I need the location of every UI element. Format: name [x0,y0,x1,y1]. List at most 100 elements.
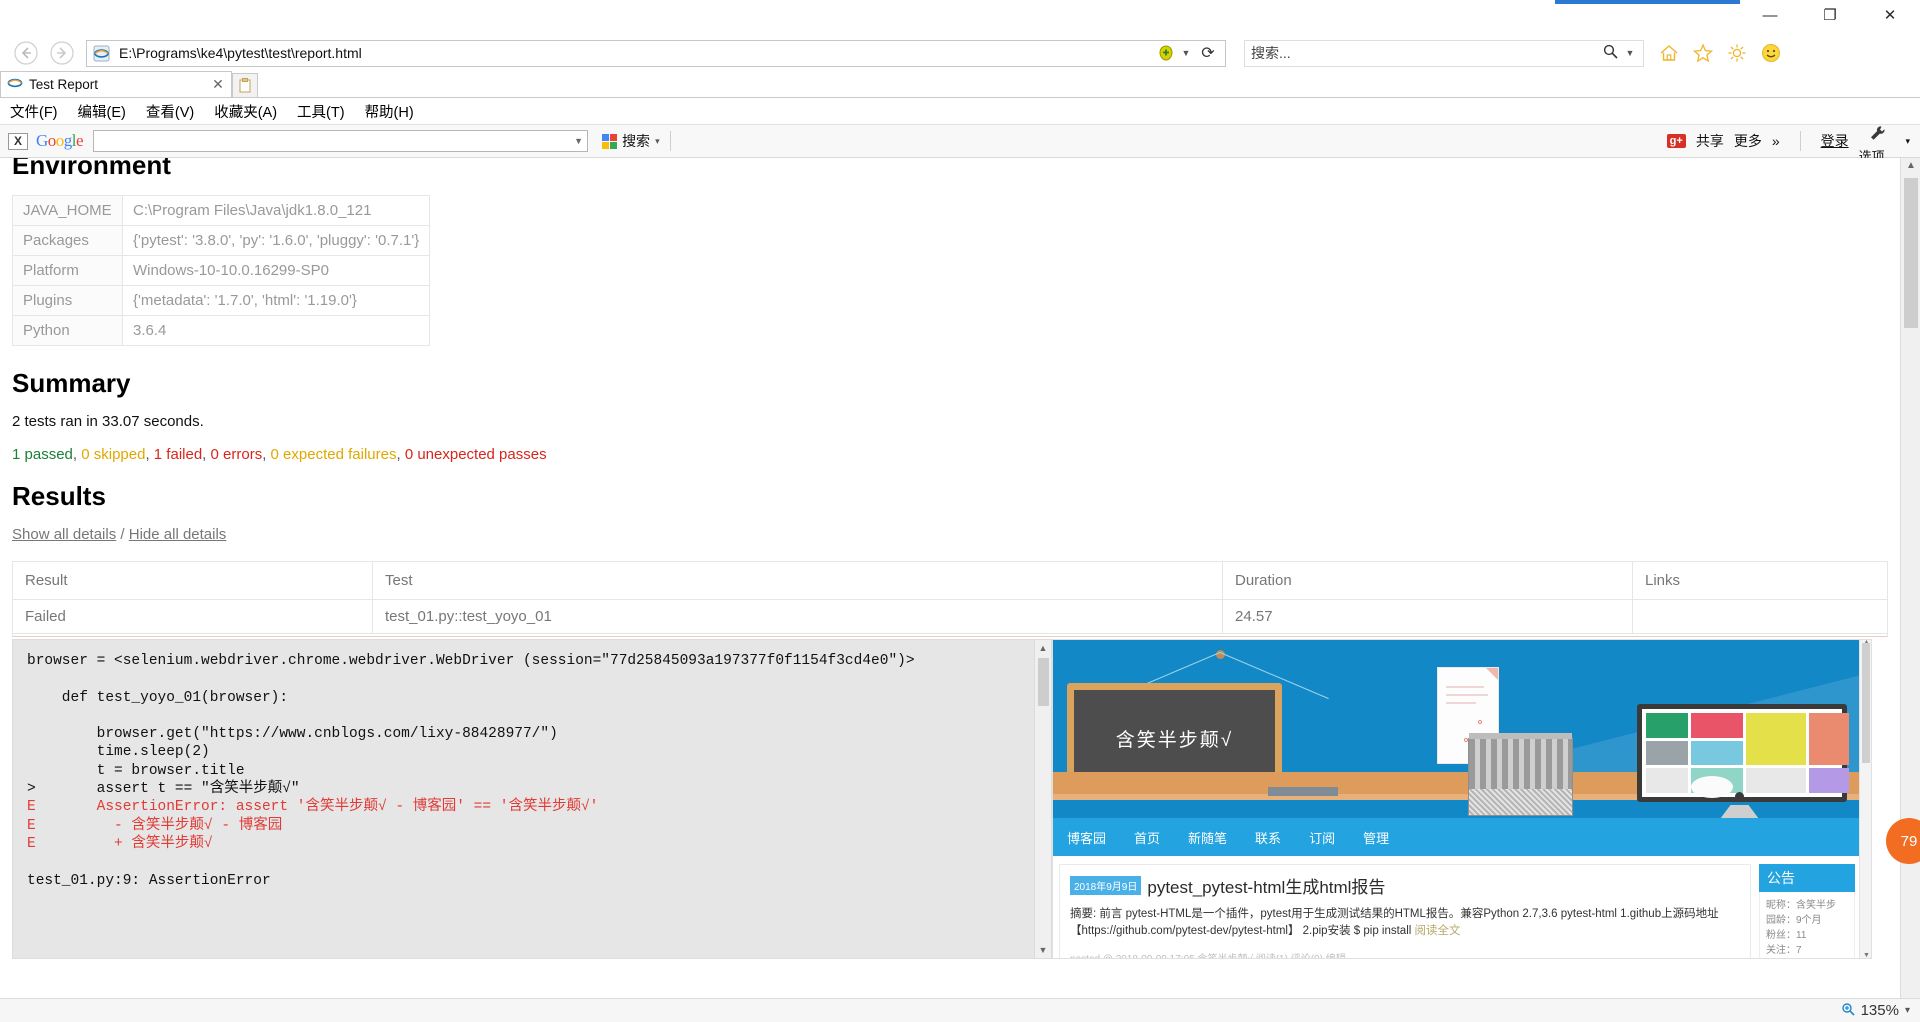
tab-close-icon[interactable]: ✕ [211,76,225,93]
browser-search-box[interactable]: 搜索... ▼ [1244,40,1644,67]
favorites-star-icon[interactable] [1692,42,1714,64]
page-favicon-icon [91,43,111,63]
env-key: Python [13,316,123,346]
google-signin-button[interactable]: 登录 [1821,131,1849,151]
summary-counts: 1 passed, 0 skipped, 1 failed, 0 errors,… [12,446,1888,463]
google-options-caret-icon[interactable]: ▾ [1905,136,1910,147]
minimize-button[interactable]: — [1740,0,1800,30]
scroll-down-icon[interactable]: ▼ [1039,942,1048,958]
count-sep: , [145,446,153,463]
failure-detail-panel: browser = <selenium.webdriver.chrome.web… [12,639,1888,959]
traceback-text: browser = <selenium.webdriver.chrome.web… [13,640,1051,902]
google-search-caret-icon[interactable]: ▾ [655,136,660,147]
search-icon[interactable] [1597,44,1623,63]
column-header-links[interactable]: Links [1633,562,1888,600]
column-header-test[interactable]: Test [373,562,1223,600]
env-value: {'pytest': '3.8.0', 'py': '1.6.0', 'plug… [123,226,430,256]
post-read-more-link[interactable]: 阅读全文 [1415,925,1461,937]
traceback-log-box[interactable]: browser = <selenium.webdriver.chrome.web… [12,639,1052,959]
table-row[interactable]: Failed test_01.py::test_yoyo_01 24.57 [13,600,1888,634]
blog-nav-item[interactable]: 联系 [1255,828,1281,847]
failure-screenshot[interactable]: 含笑半步颠√ [1052,639,1872,959]
maximize-button[interactable]: ❐ [1800,0,1860,30]
screenshot-scrollbar[interactable]: ▲ ▼ [1859,640,1871,958]
count-expected-failures: 0 expected failures [271,446,397,463]
monitor-screen [1637,704,1847,802]
menu-file[interactable]: 文件(F) [10,101,58,122]
menu-favorites[interactable]: 收藏夹(A) [214,101,277,122]
page-scroll-up-icon[interactable]: ▲ [1906,160,1916,171]
hide-all-details-link[interactable]: Hide all details [129,526,227,543]
google-toolbar-right: g+ 共享 更多 » 登录 选项... ▾ [1667,121,1910,161]
zoom-caret-icon[interactable]: ▾ [1905,1005,1910,1016]
google-more-button[interactable]: 更多 [1734,131,1762,151]
address-bar[interactable]: E:\Programs\ke4\pytest\test\report.html … [86,40,1226,67]
env-value: 3.6.4 [123,316,430,346]
screen-block [1746,713,1806,765]
post-title[interactable]: pytest_pytest-html生成html报告 [1147,878,1385,897]
tab-favicon-icon [7,75,23,94]
page-scrollbar-thumb[interactable] [1904,178,1918,328]
close-button[interactable]: ✕ [1860,0,1920,30]
show-all-details-link[interactable]: Show all details [12,526,116,543]
menu-view[interactable]: 查看(V) [146,101,194,122]
menu-tools[interactable]: 工具(T) [297,101,345,122]
search-dropdown-caret-icon[interactable]: ▼ [1623,48,1637,58]
radiator-top [1469,733,1572,739]
monitor-illustration [1637,704,1847,814]
sidebar-body: 昵称：含笑半步 园龄：9个月 粉丝：11 关注：7 +加关注 [1759,892,1855,959]
count-errors: 0 errors [211,446,263,463]
back-arrow-icon [13,40,39,66]
back-button[interactable] [8,37,44,69]
blog-nav-item[interactable]: 博客园 [1067,828,1106,847]
log-scrollbar-thumb[interactable] [1038,658,1049,706]
sidebar-line: 关注：7 [1766,943,1848,958]
blog-nav-item[interactable]: 首页 [1134,828,1160,847]
screenshot-scroll-down-icon[interactable]: ▼ [1863,952,1870,959]
paper-dot [1478,720,1482,724]
count-failed: 1 failed [154,446,202,463]
results-heading: Results [12,481,1888,512]
google-more-chevron-icon[interactable]: » [1772,133,1780,149]
zoom-magnifier-icon[interactable] [1841,1002,1855,1019]
summary-duration-text: 2 tests ran in 33.07 seconds. [12,413,1888,430]
blog-nav-item[interactable]: 订阅 [1309,828,1335,847]
address-dropdown-caret-icon[interactable]: ▼ [1177,48,1195,58]
search-placeholder-text: 搜索... [1251,43,1597,63]
screenshot-scrollbar-thumb[interactable] [1862,643,1870,763]
count-sep: , [202,446,210,463]
gear-icon[interactable] [1726,42,1748,64]
blog-nav-item[interactable]: 管理 [1363,828,1389,847]
google-search-input[interactable]: ▼ [93,130,588,152]
google-share-button[interactable]: 共享 [1696,131,1724,151]
table-row: Platform Windows-10-10.0.16299-SP0 [13,256,430,286]
google-search-button[interactable]: 搜索 ▾ [602,131,660,151]
zoom-level-label[interactable]: 135% [1861,1002,1899,1019]
menu-help[interactable]: 帮助(H) [365,101,414,122]
log-line: t = browser.title [27,763,245,779]
tab-test-report[interactable]: Test Report ✕ [0,71,232,97]
blog-nav-item[interactable]: 新随笔 [1188,828,1227,847]
sidebar-line: 昵称：含笑半步 [1766,898,1848,913]
google-plus-icon[interactable]: g+ [1667,134,1686,148]
log-line-error: E AssertionError: assert '含笑半步颠√ - 博客园' … [27,799,598,815]
google-input-caret-icon[interactable]: ▼ [574,136,583,146]
compatibility-view-icon[interactable] [1155,45,1177,61]
menu-edit[interactable]: 编辑(E) [78,101,126,122]
smiley-icon[interactable] [1760,42,1782,64]
refresh-icon[interactable]: ⟳ [1195,43,1221,63]
home-icon[interactable] [1658,42,1680,64]
log-line: def test_yoyo_01(browser): [27,690,288,706]
forward-button[interactable] [44,37,80,69]
column-header-result[interactable]: Result [13,562,373,600]
log-scrollbar[interactable]: ▲ ▼ [1034,640,1051,958]
post-abstract-text: 摘要: 前言 pytest-HTML是一个插件，pytest用于生成测试结果的H… [1070,908,1719,937]
address-input-text[interactable]: E:\Programs\ke4\pytest\test\report.html [119,45,1155,61]
screen-block [1646,741,1688,766]
google-toolbar-close-button[interactable]: X [8,133,28,150]
page-scrollbar[interactable]: ▲ ▼ [1900,158,1920,1022]
scroll-up-icon[interactable]: ▲ [1039,640,1048,656]
new-tab-button[interactable] [232,73,258,97]
sidebar-line[interactable]: +加关注 [1766,958,1848,959]
column-header-duration[interactable]: Duration [1223,562,1633,600]
